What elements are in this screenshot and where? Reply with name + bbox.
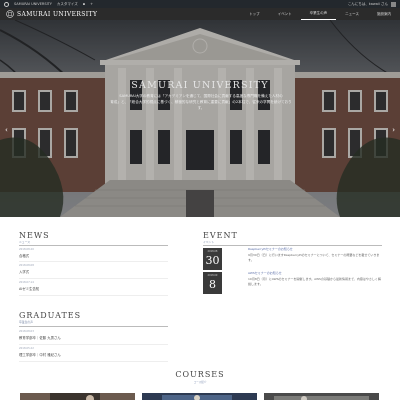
graduates-title: GRADUATES [19,311,82,320]
event-date-box: 2018.08 30 [203,248,222,270]
course-image [142,393,257,400]
event-item[interactable]: 2018.08 30 RaspberryPiセミナーのお知らせ 9月30日（日）… [203,247,382,271]
nav-item-graduates[interactable]: 卒業生の声 [300,8,337,20]
news-item[interactable]: 2018.08.20 合格式 [19,248,168,262]
event-month: 2018.09 [207,274,218,277]
course-image [264,393,379,400]
nav-item-facilities[interactable]: 施設案内 [368,8,400,20]
graduates-divider [19,326,168,327]
event-day: 30 [205,254,220,267]
graduates-subtitle: 卒業生の声 [19,320,33,324]
news-divider [19,245,168,246]
add-new-icon[interactable]: + [90,2,93,6]
news-subtitle: ニュース [19,240,31,244]
course-thumbnail[interactable] [264,389,379,400]
courses-subtitle: コース紹介 [193,381,207,384]
admin-bar: SAMURAI UNIVERSITY カスタマイズ ▪ + こんにちは、kawa… [0,0,400,8]
news-item-text[interactable]: AIゼミ生告知 [19,286,39,291]
avatar[interactable] [391,1,396,7]
admin-greeting[interactable]: こんにちは、kawaii さん [348,2,388,7]
news-item[interactable]: 2018.07.14 AIゼミ生告知 [19,281,168,296]
nav-item-news[interactable]: ニュース [336,8,368,20]
news-item-date: 2018.08.08 [19,264,34,267]
news-item-text[interactable]: 入学式 [19,269,29,274]
graduate-item-text[interactable]: 教育学部卒｜佐藤 九男さん [19,335,61,340]
course-thumbnail[interactable] [142,389,257,400]
graduate-item[interactable]: 2018.05.22 理工学部卒｜中村 雅紀さん [19,347,168,362]
event-item[interactable]: 2018.09 8 AWSセミナーのお知らせ 10月8日（月）にAWSのセミナー… [203,271,382,295]
site-header: SAMURAI UNIVERSITY トップ イベント 卒業生の声 ニュース 施… [0,8,400,20]
graduate-item-text[interactable]: 理工学部卒｜中村 雅紀さん [19,352,61,357]
news-item-text[interactable]: 合格式 [19,253,29,258]
graduate-item-date: 2018.08.03 [19,330,34,333]
event-item-body: 10月8日（月）にAWSのセミナーを開催します。AWSの基礎から最新情報まで、内… [248,277,381,286]
event-item-body: 9月30日（日）に行いますRaspberryPiのセミナーについて、セミナーの概… [248,253,380,262]
admin-site-link[interactable]: SAMURAI UNIVERSITY [14,2,52,6]
news-item-date: 2018.07.14 [19,281,34,284]
nav-item-top[interactable]: トップ [240,8,269,20]
wordpress-icon[interactable] [4,1,9,7]
graduate-item[interactable]: 2018.08.03 教育学部卒｜佐藤 九男さん [19,330,168,345]
event-month: 2018.08 [207,250,218,253]
event-item-title[interactable]: RaspberryPiセミナーのお知らせ [248,247,293,251]
hero-slider: SAMURAI UNIVERSITY SAMURAI大学の教育には「アカデミアン… [0,20,400,217]
nav-item-event[interactable]: イベント [269,8,301,20]
course-image [20,393,135,400]
event-date-box: 2018.09 8 [203,272,222,294]
admin-customize-link[interactable]: カスタマイズ [57,2,78,7]
news-title: NEWS [19,231,50,240]
hero-text-line2: 育成」と、「総合大学的視点に基づく、積極的な研究と教育に重要に貢献」の2本柱で、… [110,100,292,110]
comment-icon[interactable]: ▪ [83,2,85,6]
news-item-date: 2018.08.20 [19,248,34,251]
graduate-item-date: 2018.05.22 [19,347,34,350]
hero-text: SAMURAI大学の教育には「アカデミアンを通じて、国際社会に貢献する高度な専門… [110,93,292,111]
hero-overlay [0,20,400,217]
course-thumbnail[interactable] [20,389,135,400]
event-item-title[interactable]: AWSセミナーのお知らせ [248,271,282,275]
chevron-right-icon[interactable]: › [392,126,395,134]
hero-title: SAMURAI UNIVERSITY [131,80,269,91]
courses-title: COURSES [175,370,225,379]
event-title: EVENT [203,231,238,240]
chevron-left-icon[interactable]: ‹ [5,126,8,134]
site-title[interactable]: SAMURAI UNIVERSITY [17,11,97,18]
university-logo-icon[interactable] [6,10,14,18]
event-divider [203,245,382,246]
news-item[interactable]: 2018.08.08 入学式 [19,264,168,279]
main-nav: トップ イベント 卒業生の声 ニュース 施設案内 [240,8,400,20]
event-day: 8 [209,278,216,291]
event-subtitle: イベント [203,240,215,244]
